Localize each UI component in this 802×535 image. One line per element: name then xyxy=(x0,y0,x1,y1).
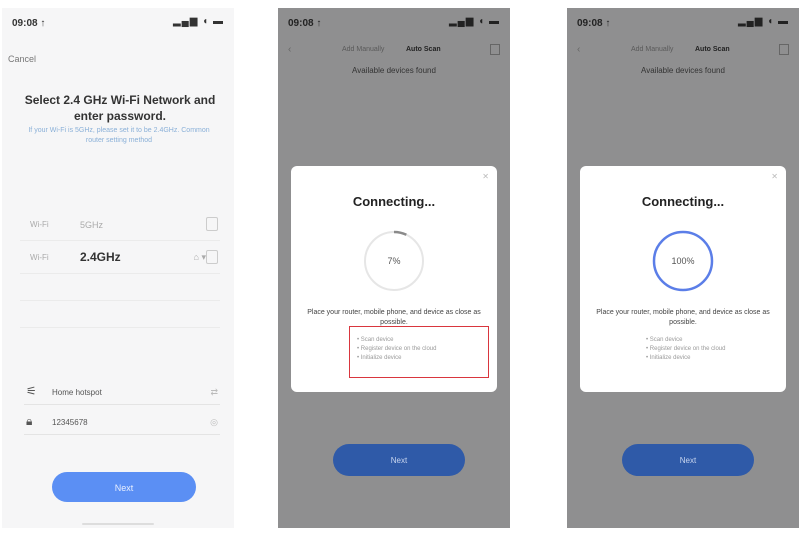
password-field[interactable]: 🔒︎ 12345678 ◎ xyxy=(24,410,220,435)
network-row-2-4ghz[interactable]: Wi-Fi 2.4GHz ⌂ ▾ xyxy=(20,241,220,274)
status-time: 09:08 ↑ xyxy=(577,18,611,29)
cancel-button[interactable]: Cancel xyxy=(8,54,36,64)
next-button[interactable]: Next xyxy=(622,444,754,476)
top-nav: ‹ Add Manually Auto Scan xyxy=(278,40,510,62)
step-item: • Initialize device xyxy=(646,355,691,361)
dialog-message: Place your router, mobile phone, and dev… xyxy=(307,309,481,326)
next-button[interactable]: Next xyxy=(333,444,465,476)
hint-link[interactable]: If your Wi-Fi is 5GHz, please set it to … xyxy=(24,126,214,146)
scan-icon[interactable] xyxy=(490,44,500,55)
band-label: 2.4GHz xyxy=(80,250,121,264)
close-icon[interactable]: ✕ xyxy=(771,172,778,181)
step-item: • Scan device xyxy=(646,337,683,343)
progress-ring: 7% xyxy=(361,228,427,294)
signal-icon: ▂▄▆ ◖ ▬ xyxy=(448,16,500,27)
tab-add-manually[interactable]: Add Manually xyxy=(631,46,673,53)
phone-screen-connecting: 09:08 ↑ ▂▄▆ ◖ ▬ ‹ Add Manually Auto Scan… xyxy=(278,8,510,528)
next-button[interactable]: Next xyxy=(52,472,196,502)
step-item: • Register device on the cloud xyxy=(646,346,726,352)
progress-percent: 100% xyxy=(671,256,695,266)
wifi-name-value: Home hotspot xyxy=(52,388,102,397)
wifi-strength-icon: ⌂ ▾ xyxy=(193,252,206,262)
switch-network-icon[interactable]: ⇄ xyxy=(210,387,218,398)
tab-auto-scan[interactable]: Auto Scan xyxy=(406,46,441,53)
highlight-box xyxy=(349,326,489,378)
signal-icon: ▂▄▆ ◖ ▬ xyxy=(172,16,224,27)
tab-auto-scan[interactable]: Auto Scan xyxy=(695,46,730,53)
close-icon[interactable]: ✕ xyxy=(482,172,489,181)
progress-ring: 100% xyxy=(650,228,716,294)
phone-screen-connected: 09:08 ↑ ▂▄▆ ◖ ▬ ‹ Add Manually Auto Scan… xyxy=(567,8,799,528)
progress-percent: 7% xyxy=(387,256,401,266)
dialog-message: Place your router, mobile phone, and dev… xyxy=(596,309,770,326)
signal-icon: ▂▄▆ ◖ ▬ xyxy=(737,16,789,27)
subtitle: Available devices found xyxy=(352,66,436,75)
eye-icon[interactable]: ◎ xyxy=(210,417,218,428)
home-indicator xyxy=(82,523,154,525)
lock-icon: 🔒︎ xyxy=(26,414,33,428)
back-icon[interactable]: ‹ xyxy=(577,44,580,55)
status-time: 09:08 ↑ xyxy=(12,18,46,29)
status-bar: 09:08 ↑ ▂▄▆ ◖ ▬ xyxy=(278,8,510,34)
network-row[interactable] xyxy=(20,274,220,301)
page-title: Select 2.4 GHz Wi-Fi Network and enter p… xyxy=(24,93,216,123)
status-time: 09:08 ↑ xyxy=(288,18,322,29)
lock-icon xyxy=(206,217,218,231)
connecting-dialog: ✕ Connecting... 100% Place your router, … xyxy=(580,166,786,392)
password-value: 12345678 xyxy=(52,418,88,427)
wifi-name-field[interactable]: ⚟ Home hotspot ⇄ xyxy=(24,380,220,405)
subtitle: Available devices found xyxy=(641,66,725,75)
network-row[interactable] xyxy=(20,301,220,328)
dialog-title: Connecting... xyxy=(641,194,725,209)
wifi-label: Wi-Fi xyxy=(30,253,49,262)
step-list: • Scan device • Register device on the c… xyxy=(646,336,725,363)
phone-screen-wifi-setup: 09:08 ↑ ▂▄▆ ◖ ▬ Cancel Select 2.4 GHz Wi… xyxy=(2,8,234,528)
dialog-title: Connecting... xyxy=(352,194,436,209)
network-list: Wi-Fi 5GHz Wi-Fi 2.4GHz ⌂ ▾ xyxy=(20,208,220,328)
band-label: 5GHz xyxy=(80,220,104,230)
scan-icon[interactable] xyxy=(779,44,789,55)
network-row-5ghz[interactable]: Wi-Fi 5GHz xyxy=(20,208,220,241)
connecting-dialog: ✕ Connecting... 7% Place your router, mo… xyxy=(291,166,497,392)
status-bar: 09:08 ↑ ▂▄▆ ◖ ▬ xyxy=(567,8,799,34)
status-bar: 09:08 ↑ ▂▄▆ ◖ ▬ xyxy=(2,8,234,34)
top-nav: ‹ Add Manually Auto Scan xyxy=(567,40,799,62)
tab-add-manually[interactable]: Add Manually xyxy=(342,46,384,53)
wifi-icon: ⚟ xyxy=(26,384,37,398)
wifi-label: Wi-Fi xyxy=(30,220,49,229)
lock-icon xyxy=(206,250,218,264)
back-icon[interactable]: ‹ xyxy=(288,44,291,55)
